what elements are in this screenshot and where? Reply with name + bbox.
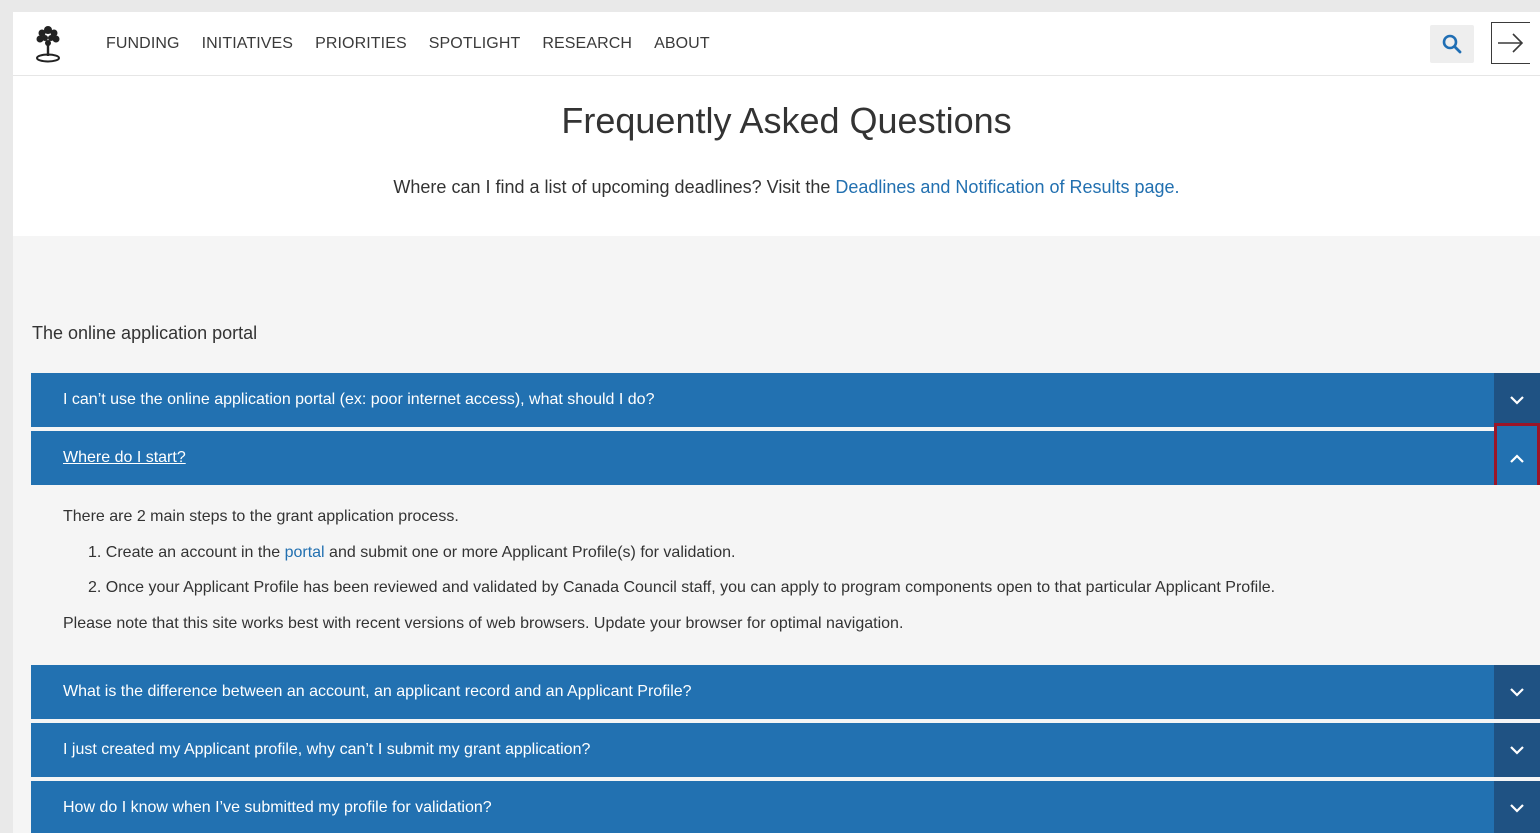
chevron-down-icon <box>1510 746 1524 755</box>
login-button[interactable] <box>1491 22 1530 64</box>
answer-intro: There are 2 main steps to the grant appl… <box>63 508 459 525</box>
chevron-up-icon <box>1510 454 1524 463</box>
chevron-down-icon <box>1510 688 1524 697</box>
step-text: Create an account in the <box>105 544 285 561</box>
faq-item[interactable]: I just created my Applicant profile, why… <box>31 723 1540 777</box>
expand-toggle[interactable] <box>1494 665 1540 719</box>
chevron-down-icon <box>1510 396 1524 405</box>
step-text: and submit one or more Applicant Profile… <box>324 544 736 561</box>
search-icon <box>1442 34 1462 54</box>
section-title: The online application portal <box>32 323 258 343</box>
faq-question[interactable]: Where do I start? <box>63 431 186 485</box>
hero-section: Frequently Asked Questions Where can I f… <box>13 76 1540 236</box>
step-number: 1. <box>88 544 102 561</box>
faq-question[interactable]: I can’t use the online application porta… <box>63 373 654 427</box>
nav-item-initiatives[interactable]: INITIATIVES <box>202 35 293 53</box>
faq-item[interactable]: What is the difference between an accoun… <box>31 665 1540 719</box>
nav-item-spotlight[interactable]: SPOTLIGHT <box>429 35 521 53</box>
deadlines-note: Where can I find a list of upcoming dead… <box>13 177 1540 198</box>
expand-toggle[interactable] <box>1494 781 1540 833</box>
faq-question[interactable]: I just created my Applicant profile, why… <box>63 723 590 777</box>
faq-item[interactable]: How do I know when I’ve submitted my pro… <box>31 781 1540 833</box>
faq-answer: There are 2 main steps to the grant appl… <box>31 485 1540 663</box>
nav-item-funding[interactable]: FUNDING <box>106 35 180 53</box>
portal-link[interactable]: portal <box>285 544 325 561</box>
sign-in-arrow-icon <box>1498 33 1524 53</box>
page-title: Frequently Asked Questions <box>561 100 1012 141</box>
deadlines-note-text: Where can I find a list of upcoming dead… <box>393 177 836 197</box>
faq-item-expanded[interactable]: Where do I start? <box>31 423 1540 495</box>
answer-step-2: 2. Once your Applicant Profile has been … <box>88 579 1275 597</box>
top-navigation-bar: FUNDING INITIATIVES PRIORITIES SPOTLIGHT… <box>13 12 1540 76</box>
answer-note: Please note that this site works best wi… <box>63 615 904 632</box>
faq-question[interactable]: What is the difference between an accoun… <box>63 665 692 719</box>
search-button[interactable] <box>1430 25 1474 63</box>
answer-step-1: 1. Create an account in the portal and s… <box>88 544 735 562</box>
expand-toggle[interactable] <box>1494 373 1540 427</box>
nav-item-research[interactable]: RESEARCH <box>542 35 632 53</box>
nav-item-priorities[interactable]: PRIORITIES <box>315 35 407 53</box>
faq-question[interactable]: How do I know when I’ve submitted my pro… <box>63 781 492 833</box>
tree-logo-icon[interactable] <box>32 24 64 64</box>
step-text: Once your Applicant Profile has been rev… <box>105 579 1276 596</box>
expand-toggle[interactable] <box>1494 723 1540 777</box>
nav-item-about[interactable]: ABOUT <box>654 35 710 53</box>
faq-item[interactable]: I can’t use the online application porta… <box>31 373 1540 427</box>
step-number: 2. <box>88 579 102 596</box>
page: FUNDING INITIATIVES PRIORITIES SPOTLIGHT… <box>13 12 1540 833</box>
main-nav: FUNDING INITIATIVES PRIORITIES SPOTLIGHT… <box>106 12 732 76</box>
deadlines-link[interactable]: Deadlines and Notification of Results pa… <box>835 177 1179 197</box>
chevron-down-icon <box>1510 804 1524 813</box>
